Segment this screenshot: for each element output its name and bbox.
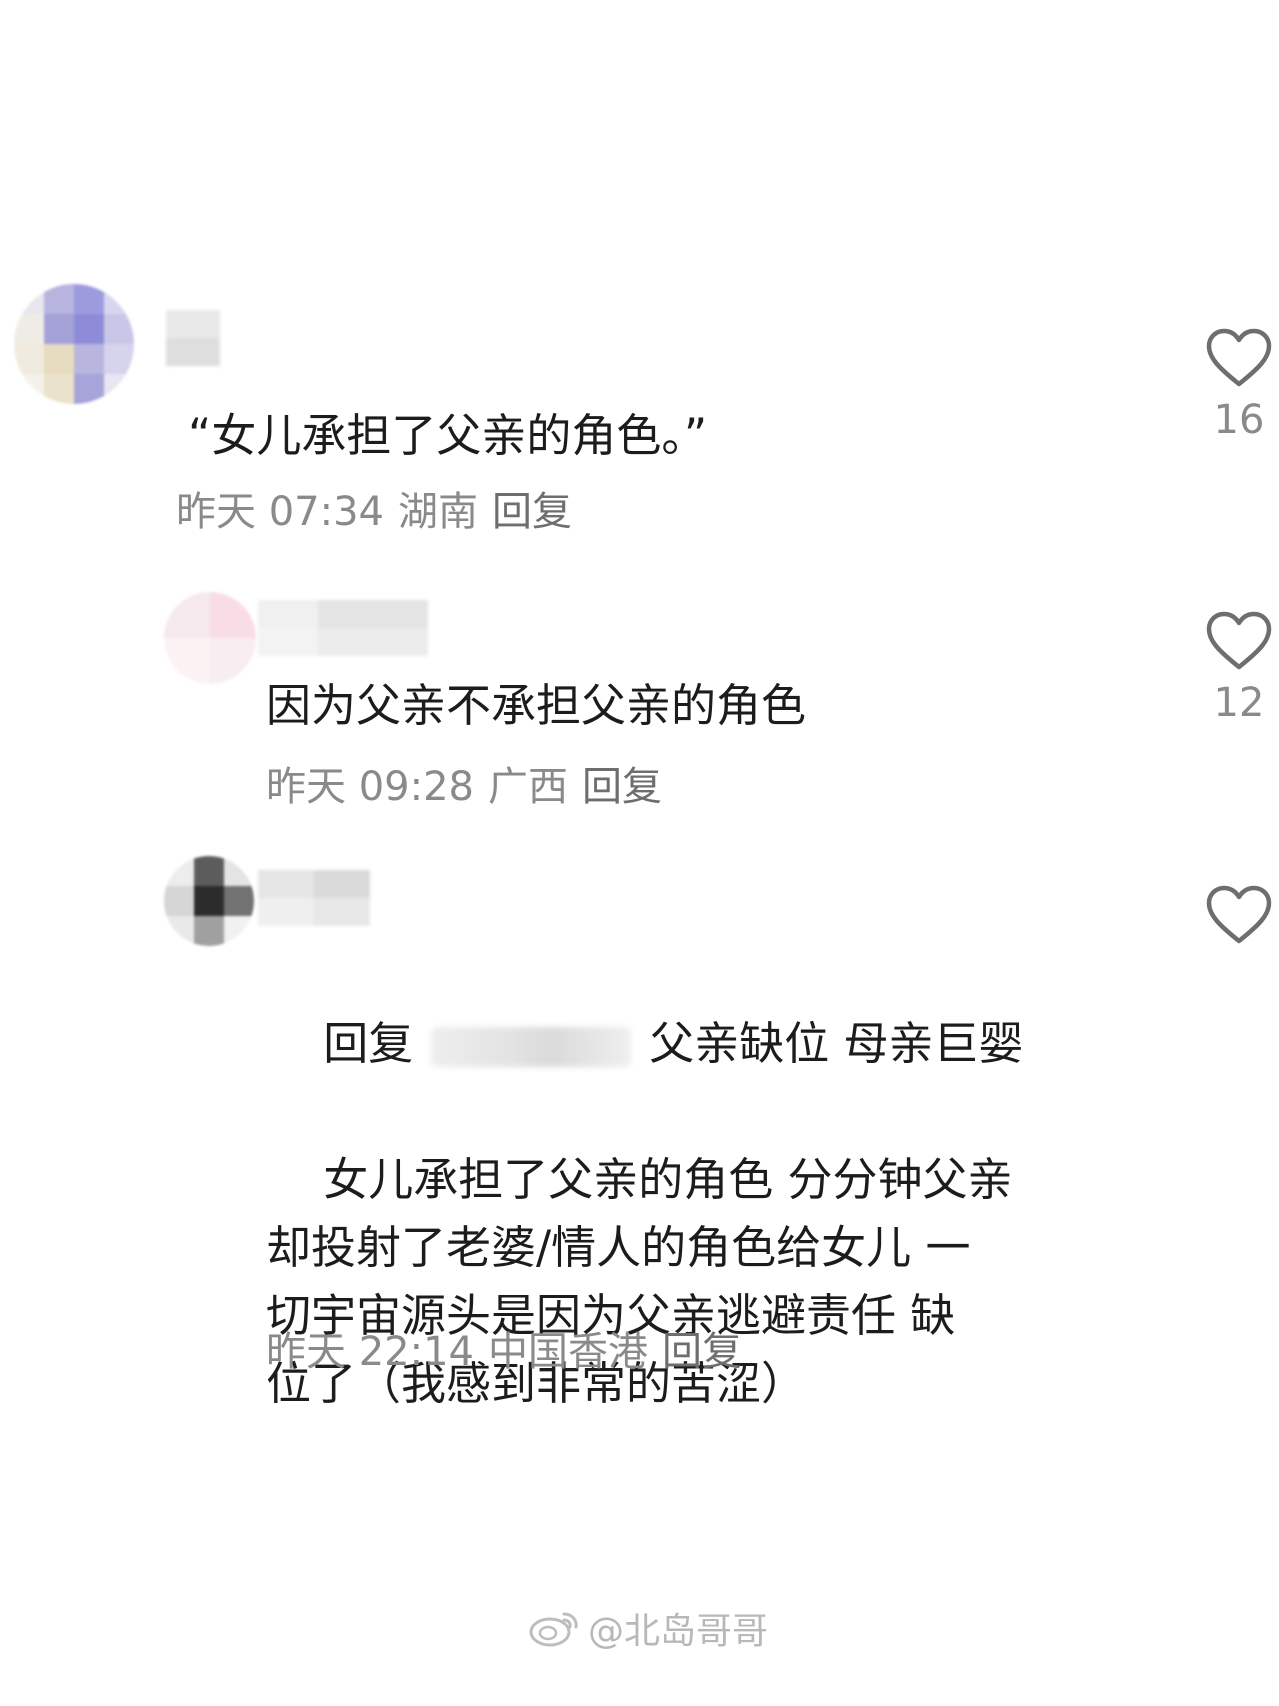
heart-outline-icon [1206, 885, 1272, 944]
heart-outline-icon [1206, 328, 1272, 387]
like-count: 12 [1213, 680, 1265, 726]
comment-meta: 昨天 07:34 湖南 回复 [176, 487, 586, 537]
username-blurred[interactable] [258, 600, 428, 656]
comment-text: 回复 父亲缺位 母亲巨婴 女儿承担了父亲的角色 分分钟父亲 却投射了老婆/情人的角… [266, 942, 1166, 1486]
comment-location: 中国香港 [488, 1329, 648, 1375]
comment-time: 昨天 09:28 [266, 764, 474, 810]
avatar-blurred[interactable] [14, 284, 134, 404]
username-blurred[interactable] [166, 310, 220, 366]
reply-button[interactable]: 回复 [662, 1329, 742, 1375]
like-button[interactable]: 12 [1199, 611, 1279, 727]
comment-time: 昨天 07:34 [176, 489, 384, 535]
comment-location: 湖南 [398, 489, 478, 535]
username-blurred[interactable] [258, 870, 370, 926]
avatar-blurred[interactable] [164, 856, 254, 946]
comment-meta: 昨天 22:14 中国香港 回复 [266, 1327, 756, 1377]
comment-text-line1: 父亲缺位 母亲巨婴 [649, 1017, 1024, 1070]
weibo-logo-icon [529, 1612, 578, 1647]
watermark: @北岛哥哥 [528, 1602, 768, 1654]
like-button[interactable] [1199, 885, 1279, 953]
reply-button[interactable]: 回复 [582, 764, 662, 810]
like-count: 16 [1213, 397, 1265, 443]
comment-time: 昨天 22:14 [266, 1329, 474, 1375]
watermark-text: @北岛哥哥 [588, 1611, 769, 1652]
like-button[interactable]: 16 [1199, 328, 1279, 444]
reply-target-blurred[interactable] [431, 1027, 632, 1067]
avatar-blurred[interactable] [164, 592, 256, 684]
reply-prefix[interactable]: 回复 [323, 1017, 413, 1070]
comment-meta: 昨天 09:28 广西 回复 [266, 762, 676, 812]
comment-location: 广西 [488, 764, 568, 810]
heart-outline-icon [1206, 611, 1272, 670]
reply-button[interactable]: 回复 [492, 489, 572, 535]
comment-text: “女儿承担了父亲的角色。” [188, 409, 708, 462]
comment-text: 因为父亲不承担父亲的角色 [266, 679, 807, 732]
